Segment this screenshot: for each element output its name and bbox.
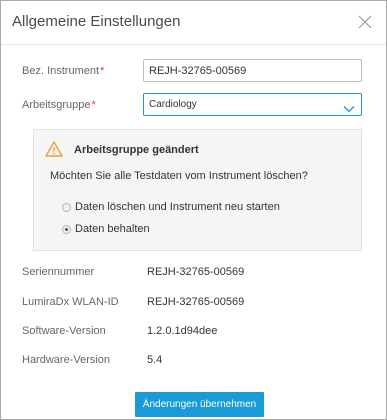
workgroup-select[interactable]: Cardiology xyxy=(143,93,362,116)
workgroup-changed-alert: Arbeitsgruppe geändert Möchten Sie alle … xyxy=(33,129,362,251)
software-version-label: Software-Version xyxy=(22,325,106,337)
instrument-name-label: Bez. Instrument* xyxy=(22,65,104,77)
title-divider xyxy=(1,44,386,45)
alert-title: Arbeitsgruppe geändert xyxy=(74,144,199,156)
required-marker: * xyxy=(100,65,105,77)
apply-changes-button[interactable]: Änderungen übernehmen xyxy=(135,392,264,417)
close-button[interactable] xyxy=(357,14,373,30)
dialog-title: Allgemeine Einstellungen xyxy=(12,13,181,30)
instrument-name-input[interactable] xyxy=(143,59,362,82)
chevron-down-icon xyxy=(343,100,355,118)
radio-label: Daten behalten xyxy=(75,223,150,235)
workgroup-select-value: Cardiology xyxy=(149,99,197,110)
settings-dialog: Allgemeine Einstellungen Bez. Instrument… xyxy=(0,0,387,420)
radio-button[interactable] xyxy=(62,224,71,234)
serial-number-value: REJH-32765-00569 xyxy=(147,266,245,278)
required-marker: * xyxy=(91,99,96,111)
radio-button[interactable] xyxy=(62,202,71,212)
alert-question: Möchten Sie alle Testdaten vom Instrumen… xyxy=(50,170,308,182)
instrument-name-label-text: Bez. Instrument xyxy=(22,65,100,77)
serial-number-label: Seriennummer xyxy=(22,266,95,278)
hardware-version-value: 5.4 xyxy=(147,354,163,366)
workgroup-label-text: Arbeitsgruppe xyxy=(22,99,91,111)
software-version-value: 1.2.0.1d94dee xyxy=(147,325,218,337)
close-icon xyxy=(357,14,373,30)
warning-icon xyxy=(45,141,63,162)
radio-label: Daten löschen und Instrument neu starten xyxy=(75,201,280,213)
wlan-id-label: LumiraDx WLAN-ID xyxy=(22,296,119,308)
workgroup-label: Arbeitsgruppe* xyxy=(22,99,96,111)
hardware-version-label: Hardware-Version xyxy=(22,354,111,366)
radio-delete-data[interactable]: Daten löschen und Instrument neu starten xyxy=(62,200,280,214)
wlan-id-value: REJH-32765-00569 xyxy=(147,296,245,308)
radio-keep-data[interactable]: Daten behalten xyxy=(62,222,150,236)
